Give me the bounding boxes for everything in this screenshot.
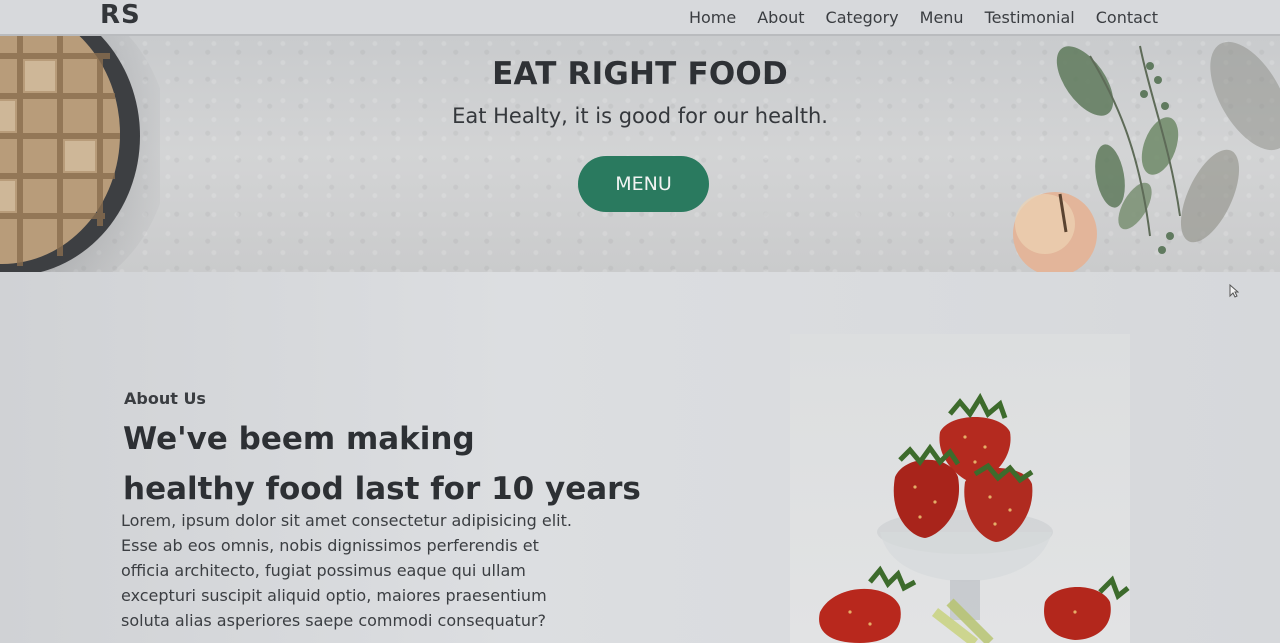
- about-kicker: About Us: [124, 389, 206, 408]
- nav-links: Home About Category Menu Testimonial Con…: [689, 8, 1158, 27]
- about-heading: We've beem making healthy food last for …: [123, 414, 683, 514]
- nav-link-about[interactable]: About: [757, 8, 804, 27]
- nav-link-contact[interactable]: Contact: [1096, 8, 1158, 27]
- menu-button[interactable]: MENU: [578, 156, 709, 212]
- about-body: Lorem, ipsum dolor sit amet consectetur …: [121, 508, 641, 633]
- strawberry-bowl-image: [819, 392, 1130, 643]
- about-body-line: Lorem, ipsum dolor sit amet consectetur …: [121, 511, 572, 530]
- about-body-line: Esse ab eos omnis, nobis dignissimos per…: [121, 536, 539, 555]
- nav-link-menu[interactable]: Menu: [920, 8, 964, 27]
- about-heading-line: healthy food last for 10 years: [123, 471, 641, 507]
- about-body-line: officia architecto, fugiat possimus eaqu…: [121, 561, 526, 580]
- hero-title: EAT RIGHT FOOD: [492, 56, 788, 92]
- nav-link-category[interactable]: Category: [826, 8, 899, 27]
- hero-subtitle: Eat Healty, it is good for our health.: [452, 104, 828, 128]
- nav-link-home[interactable]: Home: [689, 8, 736, 27]
- site-logo[interactable]: RS: [100, 0, 141, 30]
- nav-link-testimonial[interactable]: Testimonial: [985, 8, 1075, 27]
- pointer-cursor-icon: [1229, 284, 1239, 298]
- about-section: About Us We've beem making healthy food …: [0, 272, 1280, 643]
- navbar: RS Home About Category Menu Testimonial …: [0, 0, 1280, 36]
- about-body-line: excepturi suscipit aliquid optio, maiore…: [121, 586, 547, 605]
- hero-banner: EAT RIGHT FOOD Eat Healty, it is good fo…: [0, 36, 1280, 272]
- about-body-line: soluta alias asperiores saepe commodi co…: [121, 611, 547, 630]
- about-heading-line: We've beem making: [123, 421, 475, 457]
- page: RS Home About Category Menu Testimonial …: [0, 0, 1280, 643]
